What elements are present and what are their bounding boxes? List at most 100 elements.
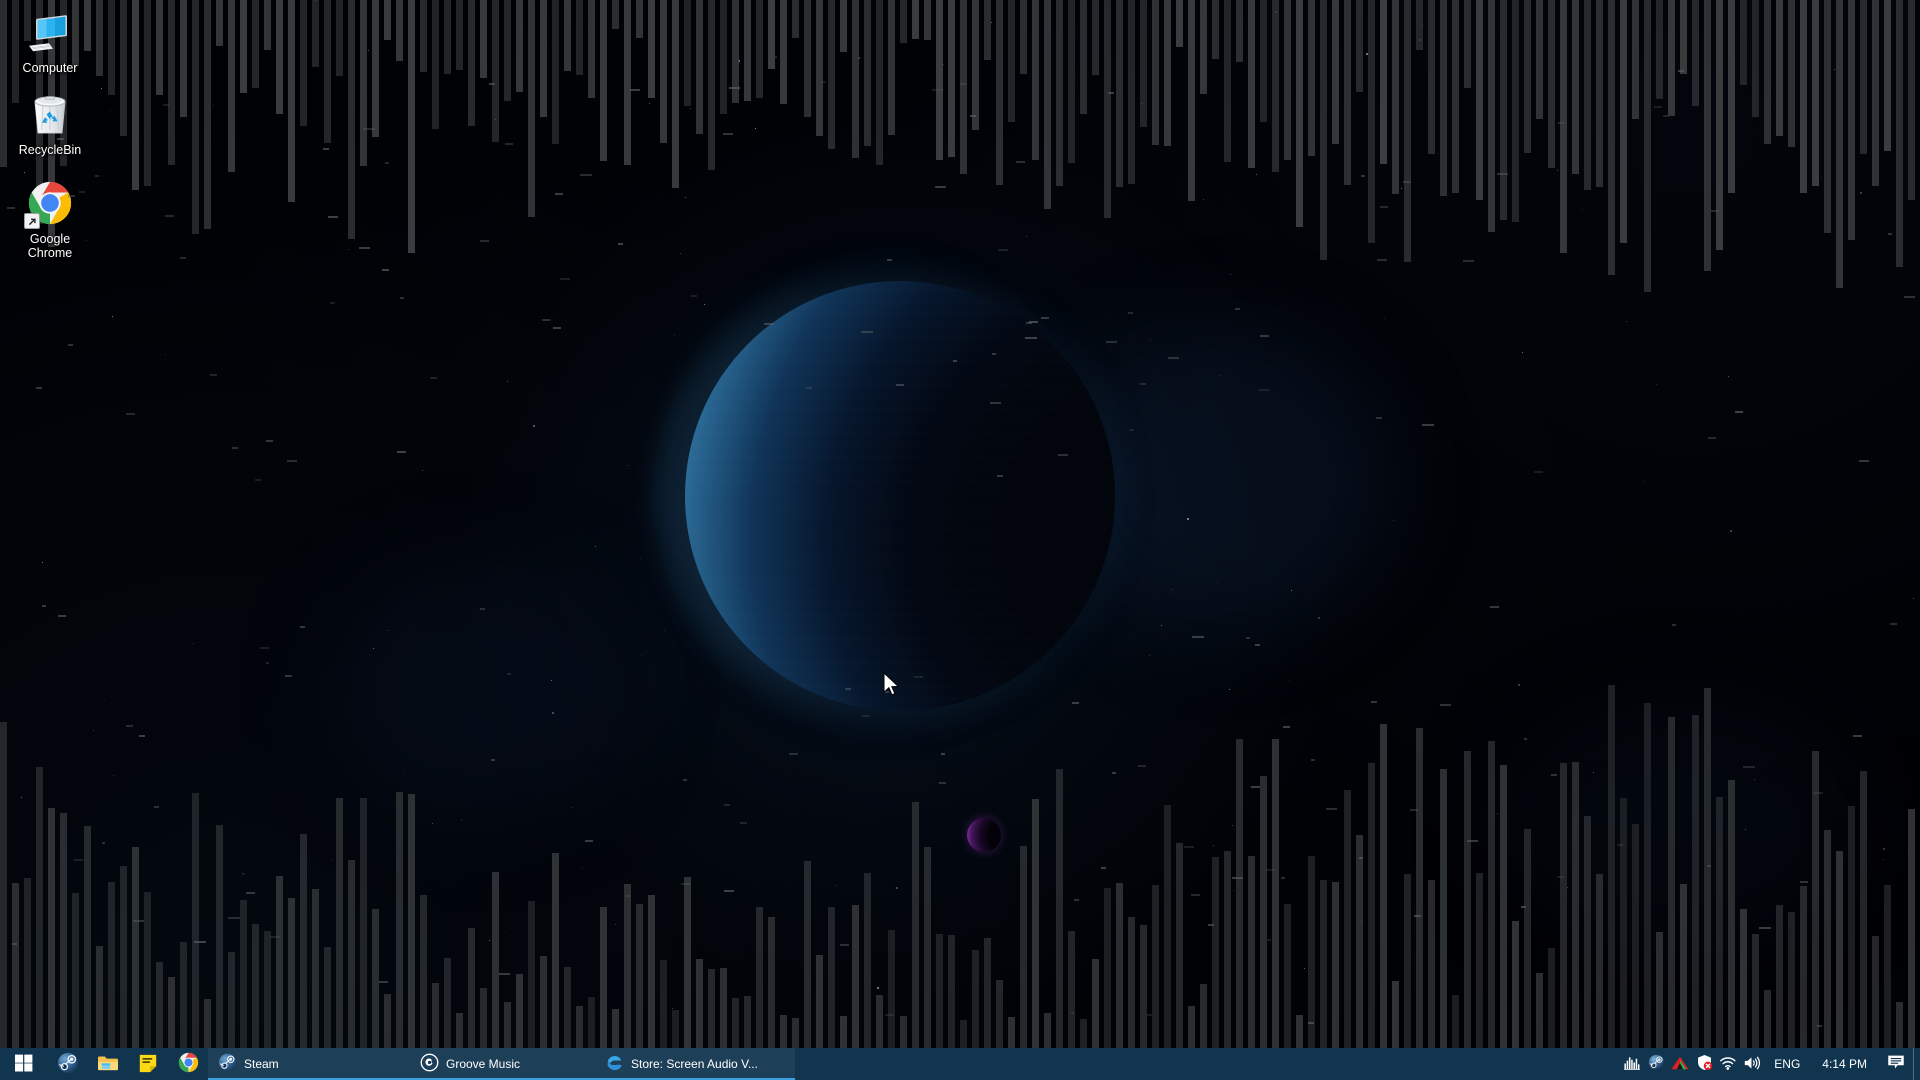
tray-icon-audio-visualizer[interactable] xyxy=(1620,1048,1644,1080)
visualizer-chip xyxy=(953,360,957,362)
visualizer-chip xyxy=(729,87,740,89)
visualizer-chip xyxy=(1376,417,1382,419)
tray-icon-volume[interactable] xyxy=(1740,1048,1764,1080)
visualizer-chip xyxy=(266,440,273,442)
visualizer-chip xyxy=(935,186,946,188)
visualizer-chip xyxy=(210,374,217,376)
action-center-button[interactable] xyxy=(1879,1048,1913,1080)
visualizer-chip xyxy=(1235,308,1240,310)
visualizer-chip xyxy=(1140,383,1146,385)
visualizer-chip xyxy=(1191,894,1200,896)
visualizer-chip xyxy=(1072,702,1079,704)
visualizer-chip xyxy=(1557,876,1564,878)
taskbar-pin-steam[interactable] xyxy=(48,1048,88,1080)
system-tray[interactable]: ENG 4:14 PM xyxy=(1620,1048,1920,1080)
visualizer-chip xyxy=(1800,881,1808,883)
visualizer-chip xyxy=(260,647,269,649)
taskbar-pin-sticky-notes[interactable] xyxy=(128,1048,168,1080)
visualizer-chip xyxy=(7,207,15,209)
taskbar-window-label: Groove Music xyxy=(446,1057,521,1071)
visualizer-chip xyxy=(1255,644,1260,646)
visualizer-chip xyxy=(126,725,133,727)
visualizer-chip xyxy=(1707,865,1711,867)
visualizer-chip xyxy=(1281,877,1285,879)
taskbar-window-store-screen-audio[interactable]: Store: Screen Audio V... xyxy=(595,1048,795,1080)
visualizer-chip xyxy=(1711,210,1719,212)
monitor-icon xyxy=(26,8,74,56)
sticky-note-icon xyxy=(138,1053,158,1076)
visualizer-chip xyxy=(1071,1012,1074,1014)
taskbar-pin-file-explorer[interactable] xyxy=(88,1048,128,1080)
visualizer-chip xyxy=(1112,772,1116,774)
desktop[interactable]: Computer RecycleBin Google Chrome xyxy=(0,0,1920,1080)
visualizer-chip xyxy=(1663,115,1669,117)
shortcut-arrow-icon xyxy=(24,213,40,229)
desktop-icon-recycle-bin[interactable]: RecycleBin xyxy=(4,86,96,160)
visualizer-chip xyxy=(1074,899,1079,901)
visualizer-chip xyxy=(1708,437,1716,439)
visualizer-chip xyxy=(683,779,687,781)
wallpaper-background xyxy=(0,0,1920,1080)
visualizer-chip xyxy=(1813,792,1823,794)
visualizer-chip xyxy=(939,782,946,784)
start-button[interactable] xyxy=(0,1048,48,1080)
folder-icon xyxy=(97,1053,119,1076)
visualizer-chip xyxy=(180,257,186,259)
tray-icon-network[interactable] xyxy=(1716,1048,1740,1080)
visualizer-chip xyxy=(861,331,873,333)
visualizer-chip xyxy=(885,1014,894,1016)
visualizer-chip xyxy=(806,387,812,389)
visualizer-chip xyxy=(1467,840,1478,842)
visualizer-chip xyxy=(58,615,66,617)
visualizer-chip xyxy=(941,753,945,755)
speaker-icon xyxy=(1743,1055,1761,1074)
steam-icon xyxy=(1648,1054,1665,1074)
visualizer-chip xyxy=(990,402,1001,404)
visualizer-chip xyxy=(1251,786,1260,788)
taskbar-window-steam[interactable]: Steam xyxy=(208,1048,410,1080)
tray-clock[interactable]: 4:14 PM xyxy=(1810,1048,1879,1080)
visualizer-chip xyxy=(1380,206,1388,208)
tray-icon-steam[interactable] xyxy=(1644,1048,1668,1080)
visualizer-chip xyxy=(1414,915,1421,917)
visualizer-chip xyxy=(764,323,774,325)
visualizer-chip xyxy=(385,162,389,164)
visualizer-chip xyxy=(970,115,976,117)
visualizer-chip xyxy=(1192,636,1204,638)
visualizer-chip xyxy=(1246,637,1250,639)
visualizer-chip xyxy=(507,673,511,675)
show-desktop-button[interactable] xyxy=(1913,1048,1920,1080)
chrome-icon xyxy=(178,1052,199,1076)
taskbar-window-groove-music[interactable]: Groove Music xyxy=(410,1048,595,1080)
tray-language-indicator[interactable]: ENG xyxy=(1764,1048,1810,1080)
visualizer-chip xyxy=(1101,867,1106,869)
desktop-icon-google-chrome[interactable]: Google Chrome xyxy=(4,175,96,263)
visualizer-chip xyxy=(1108,92,1114,94)
visualizer-chip xyxy=(998,249,1008,251)
visualizer-chip xyxy=(165,215,174,217)
speech-bubble-icon xyxy=(1887,1054,1905,1074)
visualizer-chip xyxy=(1377,259,1387,261)
visualizer-chip xyxy=(246,892,255,894)
tray-icon-windows-security[interactable] xyxy=(1692,1048,1716,1080)
visualizer-chip xyxy=(74,859,83,861)
visualizer-chip xyxy=(255,479,261,481)
visualizer-chip xyxy=(1371,701,1377,703)
steam-icon xyxy=(57,1052,79,1077)
taskbar[interactable]: Steam Groove Music Store: Screen Audio V… xyxy=(0,1048,1920,1080)
desktop-icon-computer[interactable]: Computer xyxy=(4,4,96,78)
visualizer-chip xyxy=(1440,704,1451,706)
visualizer-chip xyxy=(1259,389,1269,391)
visualizer-chip xyxy=(1168,357,1179,359)
visualizer-chip xyxy=(585,840,593,842)
visualizer-chip xyxy=(491,759,495,761)
tray-icon-antivirus[interactable] xyxy=(1668,1048,1692,1080)
taskbar-pin-google-chrome[interactable] xyxy=(168,1048,208,1080)
visualizer-chip xyxy=(1260,335,1269,337)
visualizer-chip xyxy=(154,806,159,808)
visualizer-chip xyxy=(1678,70,1684,72)
visualizer-chip xyxy=(1654,106,1662,108)
wifi-icon xyxy=(1719,1055,1737,1074)
visualizer-chip xyxy=(102,842,105,844)
visualizer-chip xyxy=(932,89,943,91)
